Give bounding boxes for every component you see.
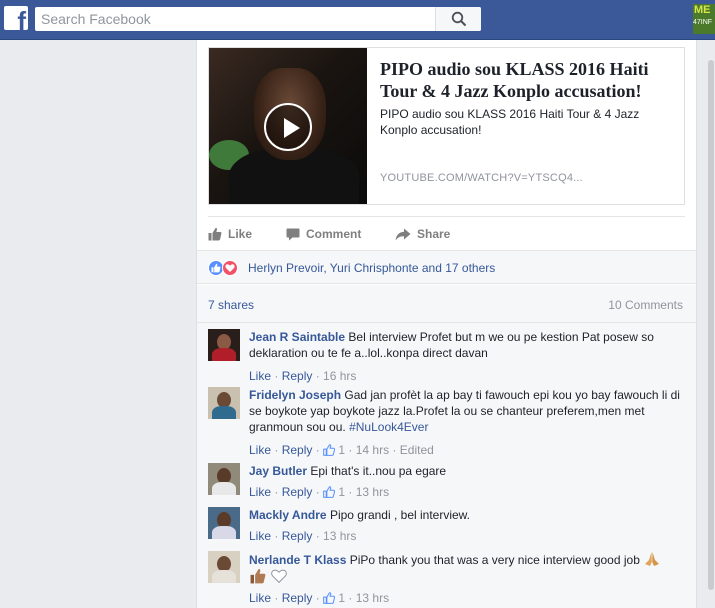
- comment-body: Fridelyn Joseph Gad jan profèt la ap bay…: [249, 387, 685, 435]
- post-actions: Like Comment Share: [208, 216, 685, 250]
- comment-reply-link[interactable]: Reply: [282, 529, 313, 543]
- comment-meta: Like · Reply · 1 · 13 hrs: [249, 485, 390, 499]
- reaction-icons: [208, 260, 244, 276]
- comment-text: Epi that's it..nou pa egare: [310, 464, 447, 478]
- top-nav-bar: f ME 47INF: [0, 0, 715, 40]
- comment-author[interactable]: Jay Butler: [249, 464, 307, 478]
- scrollbar-thumb[interactable]: [708, 60, 714, 590]
- thumbs-up-emoji: [250, 569, 266, 584]
- share-arrow-icon: [395, 228, 411, 240]
- badge-subtext: 47INF: [693, 19, 713, 26]
- white-heart-emoji: [271, 569, 288, 584]
- comment-like-count[interactable]: 1: [338, 443, 345, 457]
- reaction-names[interactable]: Herlyn Prevoir, Yuri Chrisphonte and 17 …: [248, 261, 495, 275]
- link-title[interactable]: PIPO audio sou KLASS 2016 Haiti Tour & 4…: [380, 58, 676, 102]
- comment-reply-link[interactable]: Reply: [282, 485, 313, 499]
- comment-meta: Like · Reply · 1 · 14 hrs · Edited: [249, 443, 434, 457]
- comment-like-link[interactable]: Like: [249, 369, 271, 383]
- comment-time[interactable]: 13 hrs: [323, 529, 356, 543]
- link-domain: YOUTUBE.COM/WATCH?V=YTSCQ4...: [380, 172, 583, 184]
- comment-author[interactable]: Mackly Andre: [249, 508, 327, 522]
- like-thumb-icon: [208, 227, 222, 241]
- comment-text: PiPo thank you that was a very nice inte…: [349, 553, 640, 567]
- search-input[interactable]: [35, 7, 440, 31]
- avatar[interactable]: [208, 507, 240, 539]
- post-stats: 7 shares 10 Comments: [197, 285, 696, 323]
- badge-text: ME: [694, 4, 711, 16]
- comment-body: Nerlande T Klass PiPo thank you that was…: [249, 551, 685, 585]
- avatar[interactable]: [208, 551, 240, 583]
- heart-icon: [222, 260, 238, 276]
- comment-author[interactable]: Fridelyn Joseph: [249, 388, 341, 402]
- corner-app-badge[interactable]: ME 47INF: [693, 4, 715, 34]
- comment-body: Jay Butler Epi that's it..nou pa egare: [249, 463, 685, 479]
- comment-item: Jean R Saintable Bel interview Profet bu…: [208, 329, 688, 389]
- comment-like-count[interactable]: 1: [338, 591, 345, 605]
- comments-count[interactable]: 10 Comments: [608, 298, 683, 312]
- reactions-summary[interactable]: Herlyn Prevoir, Yuri Chrisphonte and 17 …: [197, 250, 696, 284]
- comment-item: Fridelyn Joseph Gad jan profèt la ap bay…: [208, 387, 688, 463]
- comment-edited[interactable]: Edited: [400, 443, 434, 457]
- like-label: Like: [228, 227, 253, 241]
- like-thumb-icon: [323, 592, 336, 604]
- like-button[interactable]: Like: [208, 217, 252, 251]
- comment-meta: Like · Reply · 16 hrs: [249, 369, 357, 383]
- comment-like-link[interactable]: Like: [249, 591, 271, 605]
- comment-meta: Like · Reply · 13 hrs: [249, 529, 357, 543]
- comment-item: Nerlande T Klass PiPo thank you that was…: [208, 551, 688, 608]
- comments-list: Jean R Saintable Bel interview Profet bu…: [197, 323, 696, 608]
- praying-hands-emoji: [645, 552, 660, 566]
- avatar[interactable]: [208, 329, 240, 361]
- post-card: PIPO audio sou KLASS 2016 Haiti Tour & 4…: [196, 40, 697, 608]
- comment-meta: Like · Reply · 1 · 13 hrs: [249, 591, 390, 605]
- comment-reply-link[interactable]: Reply: [282, 591, 313, 605]
- comment-time[interactable]: 16 hrs: [323, 369, 356, 383]
- comment-like-count[interactable]: 1: [338, 485, 345, 499]
- scrollbar[interactable]: [707, 40, 715, 608]
- comment-icon: [286, 228, 300, 240]
- link-description: PIPO audio sou KLASS 2016 Haiti Tour & 4…: [380, 107, 640, 137]
- play-icon[interactable]: [264, 103, 312, 151]
- facebook-logo-icon[interactable]: f: [4, 6, 28, 30]
- comment-hashtag[interactable]: #NuLook4Ever: [349, 420, 428, 434]
- shares-count[interactable]: 7 shares: [208, 298, 254, 312]
- comment-author[interactable]: Nerlande T Klass: [249, 553, 346, 567]
- comment-item: Mackly Andre Pipo grandi , bel interview…: [208, 507, 688, 551]
- share-button[interactable]: Share: [395, 217, 450, 251]
- comment-button[interactable]: Comment: [286, 217, 361, 251]
- comment-reply-link[interactable]: Reply: [282, 443, 313, 457]
- comment-author[interactable]: Jean R Saintable: [249, 330, 345, 344]
- comment-text: Pipo grandi , bel interview.: [329, 508, 471, 522]
- search-button[interactable]: [435, 7, 481, 31]
- comment-reply-link[interactable]: Reply: [282, 369, 313, 383]
- comment-item: Jay Butler Epi that's it..nou pa egare L…: [208, 463, 688, 507]
- comment-like-link[interactable]: Like: [249, 529, 271, 543]
- comment-time[interactable]: 13 hrs: [356, 485, 389, 499]
- comment-label: Comment: [306, 227, 362, 241]
- comment-time[interactable]: 14 hrs: [356, 443, 389, 457]
- search-box: [35, 7, 481, 31]
- like-thumb-icon: [323, 486, 336, 498]
- video-thumbnail[interactable]: [209, 48, 367, 204]
- avatar[interactable]: [208, 463, 240, 495]
- avatar[interactable]: [208, 387, 240, 419]
- comment-time[interactable]: 13 hrs: [356, 591, 389, 605]
- like-thumb-icon: [323, 444, 336, 456]
- comment-like-link[interactable]: Like: [249, 485, 271, 499]
- search-icon: [451, 11, 467, 27]
- link-preview[interactable]: PIPO audio sou KLASS 2016 Haiti Tour & 4…: [208, 47, 685, 205]
- share-label: Share: [417, 227, 451, 241]
- comment-like-link[interactable]: Like: [249, 443, 271, 457]
- comment-body: Jean R Saintable Bel interview Profet bu…: [249, 329, 685, 361]
- comment-body: Mackly Andre Pipo grandi , bel interview…: [249, 507, 685, 523]
